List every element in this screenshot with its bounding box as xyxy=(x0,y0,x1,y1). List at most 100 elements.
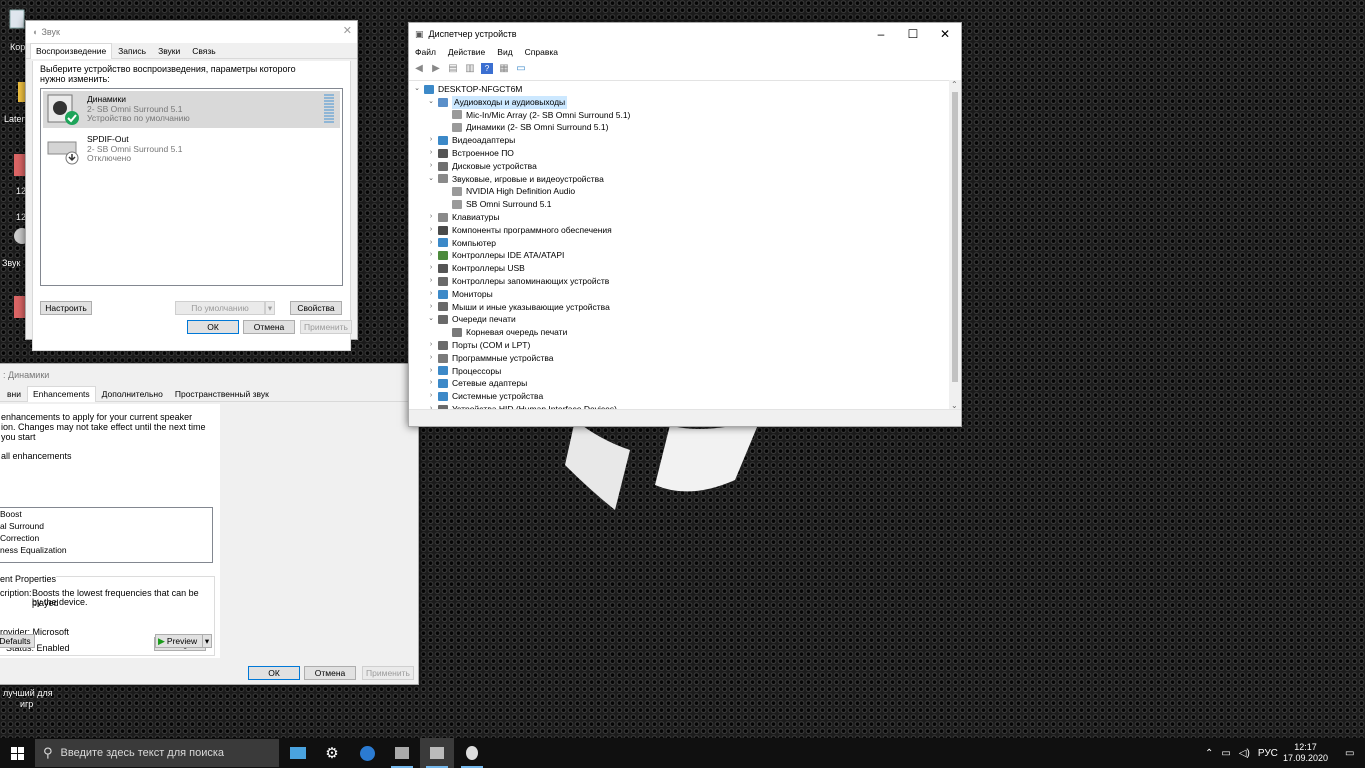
list-item[interactable]: al Surround xyxy=(0,520,212,532)
help-icon[interactable]: ? xyxy=(481,62,493,74)
chevron-right-icon[interactable]: › xyxy=(427,275,435,288)
tab-general[interactable]: вни xyxy=(1,386,27,401)
preview-dropdown[interactable]: ▾ xyxy=(202,634,212,648)
monitor-icon[interactable]: ▭ xyxy=(515,63,527,74)
set-default-button[interactable]: По умолчанию xyxy=(175,301,265,315)
chevron-right-icon[interactable]: › xyxy=(427,160,435,173)
language-indicator[interactable]: РУС xyxy=(1258,748,1278,759)
show-hide-tree-icon[interactable]: ▤ xyxy=(447,63,459,74)
disable-all-checkbox[interactable]: all enhancements xyxy=(1,451,72,461)
tree-root[interactable]: ⌄ DESKTOP-NFGCT6M xyxy=(413,83,522,96)
tab-communications[interactable]: Связь xyxy=(186,43,222,58)
tree-node[interactable]: Динамики (2- SB Omni Surround 5.1) xyxy=(441,121,608,134)
tree-node[interactable]: › Контроллеры IDE ATA/ATAPI xyxy=(427,249,565,262)
tree-node[interactable]: › Клавиатуры xyxy=(427,211,500,224)
taskbar-app-installer[interactable] xyxy=(385,738,419,768)
chevron-right-icon[interactable]: › xyxy=(427,237,435,250)
close-icon[interactable]: ✕ xyxy=(343,24,352,37)
chevron-down-icon[interactable]: ⌄ xyxy=(413,83,421,96)
device-spdif[interactable]: SPDIF-Out 2- SB Omni Surround 5.1 Отключ… xyxy=(43,131,340,168)
tree-node[interactable]: › Встроенное ПО xyxy=(427,147,514,160)
preview-button[interactable]: ▶ Preview xyxy=(155,634,203,648)
sound-ok-button[interactable]: ОК xyxy=(187,320,239,334)
props-apply-button[interactable]: Применить xyxy=(362,666,414,680)
properties-icon[interactable]: ▥ xyxy=(464,63,476,74)
chevron-right-icon[interactable]: › xyxy=(427,352,435,365)
device-speakers[interactable]: Динамики 2- SB Omni Surround 5.1 Устройс… xyxy=(43,91,340,128)
restore-defaults-button[interactable]: Defaults xyxy=(0,634,35,648)
configure-button[interactable]: Настроить xyxy=(40,301,92,315)
chevron-right-icon[interactable]: › xyxy=(427,377,435,390)
tree-node[interactable]: Корневая очередь печати xyxy=(441,326,567,339)
tree-node[interactable]: › Системные устройства xyxy=(427,390,543,403)
update-driver-icon[interactable]: ▦ xyxy=(498,63,510,74)
maximize-icon[interactable]: ☐ xyxy=(897,23,929,45)
menu-view[interactable]: Вид xyxy=(497,45,518,59)
minimize-icon[interactable]: – xyxy=(865,23,897,45)
device-list[interactable]: Динамики 2- SB Omni Surround 5.1 Устройс… xyxy=(40,88,343,286)
menu-help[interactable]: Справка xyxy=(525,45,564,59)
tree-node[interactable]: › Процессоры xyxy=(427,365,501,378)
tree-node[interactable]: NVIDIA High Definition Audio xyxy=(441,185,575,198)
back-icon[interactable]: ◀ xyxy=(413,63,425,74)
tab-enhancements[interactable]: Enhancements xyxy=(26,386,96,402)
list-item[interactable]: ness Equalization xyxy=(0,544,212,556)
tree-node[interactable]: › Сетевые адаптеры xyxy=(427,377,527,390)
start-button[interactable] xyxy=(0,738,34,768)
properties-button[interactable]: Свойства xyxy=(290,301,342,315)
tree-node[interactable]: › Программные устройства xyxy=(427,352,554,365)
scroll-thumb[interactable] xyxy=(952,92,958,382)
chevron-up-icon[interactable]: ⌃ xyxy=(1205,748,1213,759)
clock[interactable]: 12:17 17.09.2020 xyxy=(1283,738,1328,768)
enhancements-list[interactable]: Boost al Surround Correction ness Equali… xyxy=(0,507,213,563)
chevron-right-icon[interactable]: › xyxy=(427,339,435,352)
menu-action[interactable]: Действие xyxy=(448,45,491,59)
taskbar-app-installer-2[interactable] xyxy=(420,738,454,768)
chevron-right-icon[interactable]: › xyxy=(427,147,435,160)
tab-playback[interactable]: Воспроизведение xyxy=(30,43,113,59)
tree-node[interactable]: › Компоненты программного обеспечения xyxy=(427,224,612,237)
tab-advanced[interactable]: Дополнительно xyxy=(96,386,169,401)
menu-file[interactable]: Файл xyxy=(415,45,442,59)
tree-node[interactable]: › Контроллеры USB xyxy=(427,262,525,275)
tree-node[interactable]: SB Omni Surround 5.1 xyxy=(441,198,552,211)
network-icon[interactable]: ▭ xyxy=(1221,748,1230,759)
tree-node[interactable]: › Порты (COM и LPT) xyxy=(427,339,530,352)
taskbar-app-settings[interactable]: ⚙ xyxy=(315,738,349,768)
chevron-right-icon[interactable]: › xyxy=(427,390,435,403)
tree-node[interactable]: ⌄ Звуковые, игровые и видеоустройства xyxy=(427,173,604,186)
tree-node[interactable]: ⌄ Аудиовходы и аудиовыходы xyxy=(427,95,568,109)
chevron-down-icon[interactable]: ⌄ xyxy=(427,96,435,109)
tab-sounds[interactable]: Звуки xyxy=(152,43,186,58)
tree-node[interactable]: › Контроллеры запоминающих устройств xyxy=(427,275,609,288)
tree-node[interactable]: › Видеоадаптеры xyxy=(427,134,515,147)
tree-node[interactable]: › Мониторы xyxy=(427,288,493,301)
taskbar-app-task-view[interactable] xyxy=(281,738,315,768)
chevron-right-icon[interactable]: › xyxy=(427,249,435,262)
tree-scrollbar[interactable]: ⌃ ⌄ xyxy=(949,80,961,410)
tree-node[interactable]: › Компьютер xyxy=(427,237,496,250)
chevron-right-icon[interactable]: › xyxy=(427,224,435,237)
volume-icon[interactable]: ◁) xyxy=(1239,748,1250,759)
chevron-down-icon[interactable]: ⌄ xyxy=(427,173,435,186)
list-item[interactable]: Boost xyxy=(0,508,212,520)
notifications-button[interactable]: ▭ xyxy=(1345,738,1354,768)
scroll-up-icon[interactable]: ⌃ xyxy=(951,80,958,89)
tree-node[interactable]: › Мыши и иные указывающие устройства xyxy=(427,301,610,314)
props-ok-button[interactable]: ОК xyxy=(248,666,300,680)
chevron-down-icon[interactable]: ⌄ xyxy=(427,313,435,326)
chevron-right-icon[interactable]: › xyxy=(427,134,435,147)
chevron-right-icon[interactable]: › xyxy=(427,211,435,224)
close-icon[interactable]: ✕ xyxy=(929,23,961,45)
set-default-dropdown[interactable]: ▾ xyxy=(265,301,275,315)
taskbar-app-browser[interactable] xyxy=(350,738,384,768)
sound-apply-button[interactable]: Применить xyxy=(300,320,352,334)
tree-node[interactable]: Mic-In/Mic Array (2- SB Omni Surround 5.… xyxy=(441,109,630,122)
sound-cancel-button[interactable]: Отмена xyxy=(243,320,295,334)
chevron-right-icon[interactable]: › xyxy=(427,262,435,275)
chevron-right-icon[interactable]: › xyxy=(427,301,435,314)
tab-spatial[interactable]: Пространственный звук xyxy=(169,386,275,401)
chevron-right-icon[interactable]: › xyxy=(427,288,435,301)
props-cancel-button[interactable]: Отмена xyxy=(304,666,356,680)
chevron-right-icon[interactable]: › xyxy=(427,365,435,378)
